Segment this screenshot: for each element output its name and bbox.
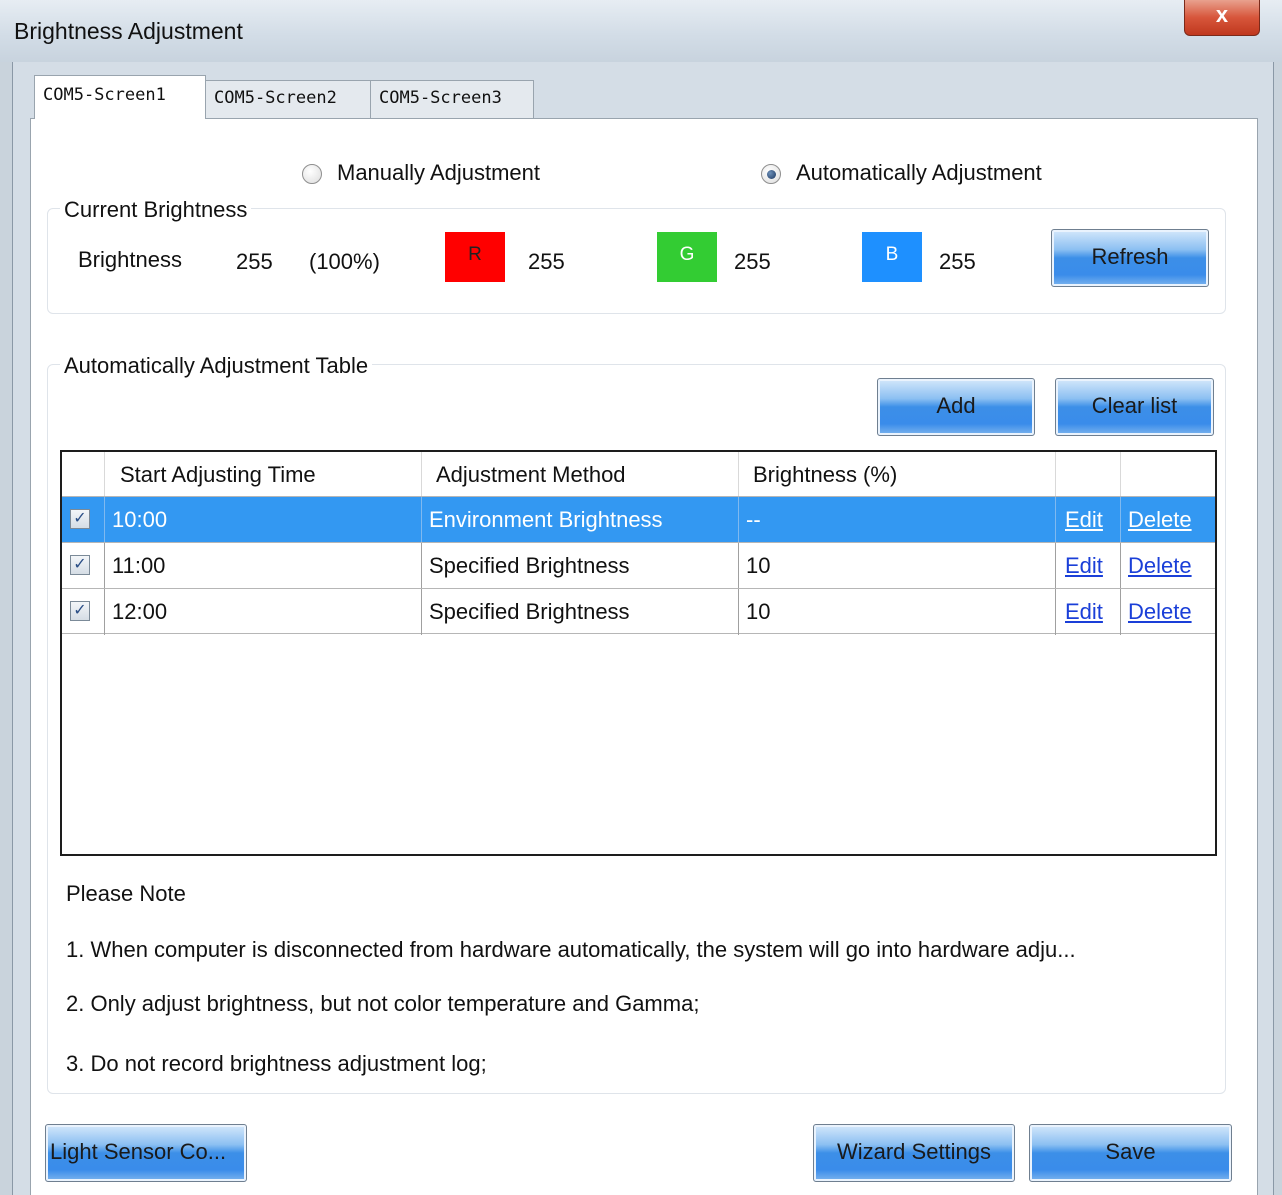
column-header-brightness[interactable]: Brightness (%) — [753, 462, 897, 488]
current-brightness-title: Current Brightness — [60, 197, 252, 223]
cell-divider — [1120, 589, 1121, 635]
column-header-method[interactable]: Adjustment Method — [436, 462, 626, 488]
tab-com5-screen3[interactable]: COM5-Screen3 — [370, 80, 534, 118]
row-method: Environment Brightness — [429, 507, 663, 532]
table-row[interactable]: ✓ 11:00 Specified Brightness 10 Edit Del… — [62, 542, 1215, 589]
header-divider — [1120, 452, 1121, 496]
row-method: Specified Brightness — [429, 599, 630, 624]
cell-divider — [1120, 543, 1121, 589]
table-row[interactable]: ✓ 10:00 Environment Brightness -- Edit D… — [62, 496, 1215, 543]
window-title: Brightness Adjustment — [14, 18, 243, 44]
edit-link[interactable]: Edit — [1065, 507, 1103, 533]
header-divider — [738, 452, 739, 496]
refresh-button[interactable]: Refresh — [1051, 229, 1209, 287]
radio-selected-dot — [767, 170, 776, 179]
cell-divider — [1055, 543, 1056, 589]
cell-divider — [104, 543, 105, 589]
red-swatch-label: R — [468, 244, 482, 265]
row-time: 11:00 — [112, 553, 166, 578]
cell-divider — [738, 543, 739, 589]
header-divider — [1055, 452, 1056, 496]
row-checkbox[interactable]: ✓ — [70, 555, 90, 575]
row-checkbox[interactable]: ✓ — [70, 601, 90, 621]
close-icon: x — [1215, 2, 1229, 27]
table-header: Start Adjusting Time Adjustment Method B… — [62, 452, 1215, 496]
tab-com5-screen2[interactable]: COM5-Screen2 — [205, 80, 371, 118]
manual-adjustment-label: Manually Adjustment — [337, 160, 540, 185]
row-time: 10:00 — [112, 507, 168, 532]
clear-list-button[interactable]: Clear list — [1055, 378, 1214, 436]
cell-divider — [738, 589, 739, 635]
brightness-label: Brightness — [78, 247, 182, 272]
cell-divider — [104, 589, 105, 635]
wizard-settings-button[interactable]: Wizard Settings — [813, 1124, 1015, 1182]
green-swatch: G — [657, 232, 717, 282]
cell-divider — [1055, 497, 1056, 543]
add-button[interactable]: Add — [877, 378, 1035, 436]
row-brightness: 10 — [746, 599, 771, 624]
manual-adjustment-radio[interactable] — [302, 164, 322, 184]
blue-value: 255 — [939, 249, 976, 274]
automatic-adjustment-radio[interactable] — [761, 164, 781, 184]
header-divider — [421, 452, 422, 496]
delete-link[interactable]: Delete — [1128, 507, 1192, 533]
notes-heading: Please Note — [66, 881, 186, 906]
brightness-percent: (100%) — [309, 249, 380, 274]
delete-link[interactable]: Delete — [1128, 599, 1192, 625]
red-value: 255 — [528, 249, 565, 274]
note-item: 1. When computer is disconnected from ha… — [66, 937, 1076, 962]
blue-swatch: B — [862, 232, 922, 282]
green-swatch-label: G — [679, 244, 695, 265]
row-brightness: 10 — [746, 553, 771, 578]
automatic-table-title: Automatically Adjustment Table — [60, 353, 373, 379]
red-swatch: R — [445, 232, 505, 282]
green-value: 255 — [734, 249, 771, 274]
note-item: 2. Only adjust brightness, but not color… — [66, 991, 700, 1016]
cell-divider — [104, 497, 105, 543]
row-time: 12:00 — [112, 599, 168, 624]
brightness-value: 255 — [236, 249, 273, 274]
automatic-adjustment-label: Automatically Adjustment — [796, 160, 1042, 185]
row-method: Specified Brightness — [429, 553, 630, 578]
delete-link[interactable]: Delete — [1128, 553, 1192, 579]
blue-swatch-label: B — [885, 244, 899, 265]
cell-divider — [738, 497, 739, 543]
current-brightness-group — [47, 208, 1226, 314]
cell-divider — [421, 543, 422, 589]
cell-divider — [421, 589, 422, 635]
edit-link[interactable]: Edit — [1065, 553, 1103, 579]
title-bar: Brightness Adjustment x — [0, 0, 1282, 62]
cell-divider — [1055, 589, 1056, 635]
save-button[interactable]: Save — [1029, 1124, 1232, 1182]
table-row[interactable]: ✓ 12:00 Specified Brightness 10 Edit Del… — [62, 588, 1215, 635]
row-brightness: -- — [746, 507, 761, 532]
column-header-start-time[interactable]: Start Adjusting Time — [120, 462, 316, 488]
light-sensor-button[interactable]: Light Sensor Co... — [45, 1124, 247, 1182]
tab-com5-screen1[interactable]: COM5-Screen1 — [34, 75, 206, 119]
adjustment-table: Start Adjusting Time Adjustment Method B… — [60, 450, 1217, 856]
cell-divider — [421, 497, 422, 543]
header-divider — [104, 452, 105, 496]
cell-divider — [1120, 497, 1121, 543]
close-button[interactable]: x — [1184, 0, 1260, 36]
row-checkbox[interactable]: ✓ — [70, 509, 90, 529]
edit-link[interactable]: Edit — [1065, 599, 1103, 625]
note-item: 3. Do not record brightness adjustment l… — [66, 1051, 487, 1076]
